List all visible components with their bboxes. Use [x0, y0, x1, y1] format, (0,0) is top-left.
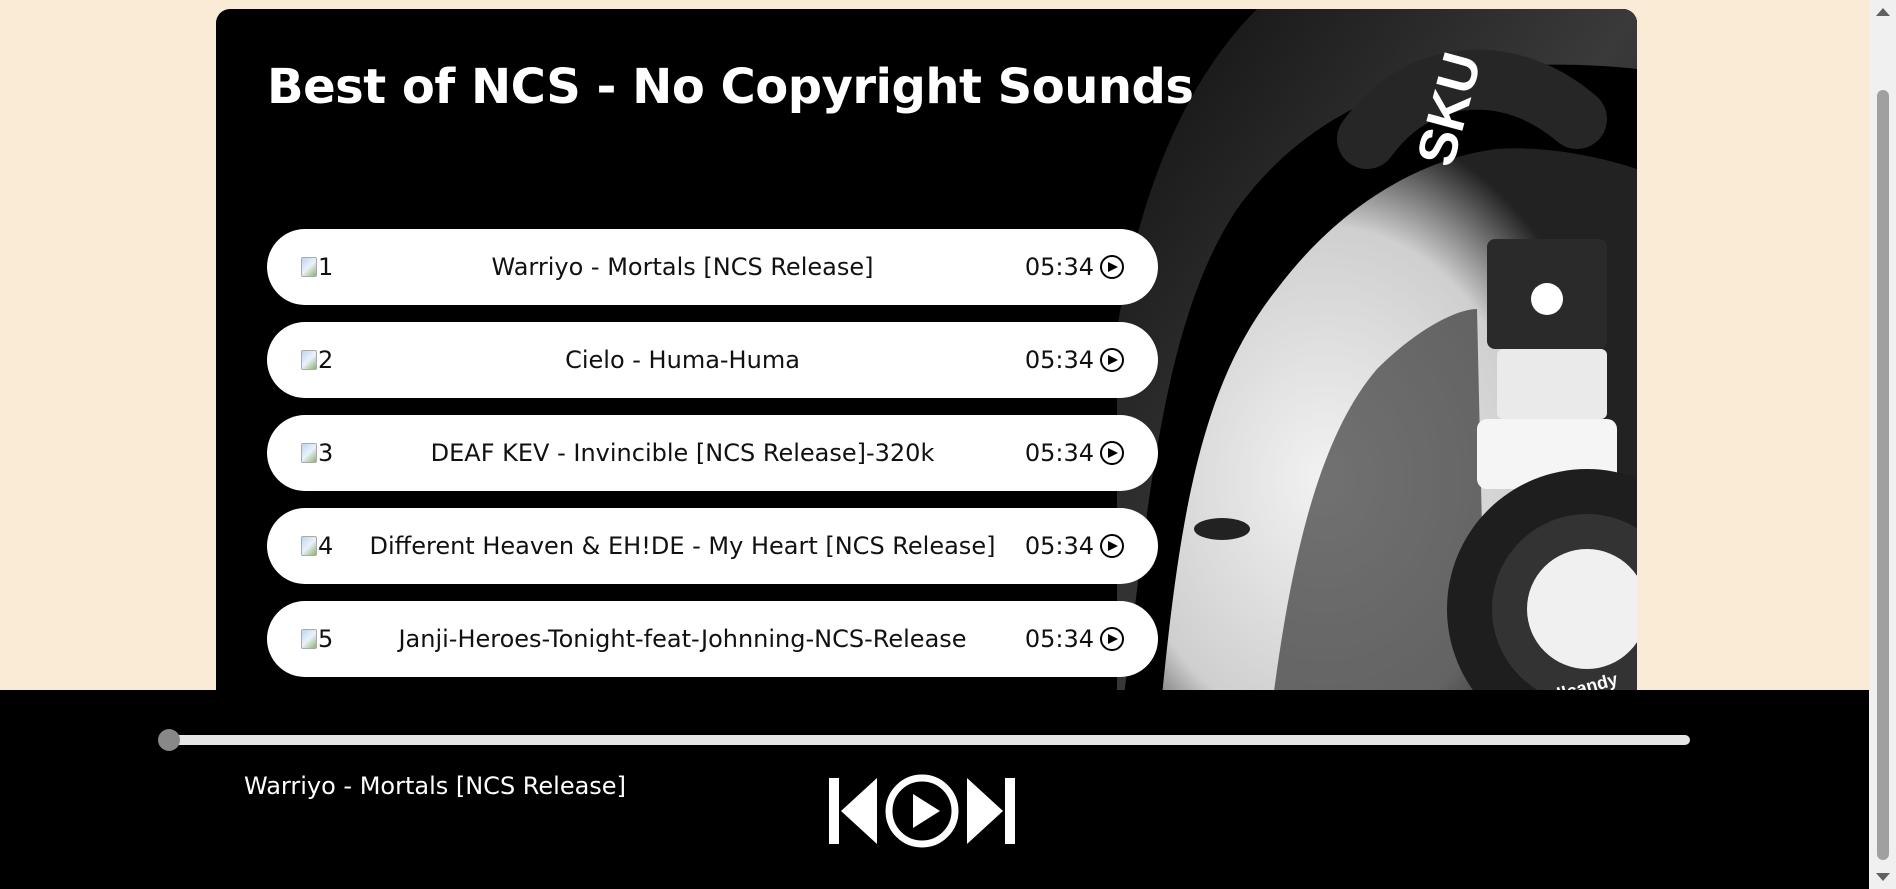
- skull-logo-icon: [1531, 283, 1563, 315]
- song-thumbnail: 5: [301, 625, 341, 653]
- player-bar: Warriyo - Mortals [NCS Release]: [0, 690, 1869, 889]
- play-icon[interactable]: [1100, 534, 1124, 558]
- song-duration: 05:34: [1024, 346, 1124, 374]
- song-time-text: 05:34: [1024, 532, 1094, 560]
- song-time-text: 05:34: [1024, 346, 1094, 374]
- broken-image-icon: [301, 350, 317, 370]
- progress-slider[interactable]: [158, 729, 1690, 751]
- song-title: Warriyo - Mortals [NCS Release]: [491, 253, 874, 281]
- now-playing-title: Warriyo - Mortals [NCS Release]: [244, 772, 626, 800]
- player-controls: [829, 774, 1015, 848]
- play-icon[interactable]: [1100, 348, 1124, 372]
- playlist-panel: SKU Skullcandy Best of NCS - No Copyrigh…: [216, 9, 1637, 749]
- previous-icon: [829, 778, 877, 844]
- song-item[interactable]: 5 Janji-Heroes-Tonight-feat-Johnning-NCS…: [267, 601, 1158, 677]
- page-title: Best of NCS - No Copyright Sounds: [267, 59, 1194, 115]
- progress-thumb[interactable]: [158, 729, 180, 751]
- song-index: 4: [318, 532, 334, 560]
- scroll-up-icon[interactable]: [1876, 8, 1890, 16]
- song-title: DEAF KEV - Invincible [NCS Release]-320k: [430, 439, 935, 467]
- page-scrollbar[interactable]: [1869, 0, 1896, 889]
- song-time-text: 05:34: [1024, 625, 1094, 653]
- song-index: 1: [318, 253, 334, 281]
- song-thumbnail: 3: [301, 439, 341, 467]
- next-button[interactable]: [967, 778, 1015, 844]
- song-thumbnail: 2: [301, 346, 341, 374]
- broken-image-icon: [301, 443, 317, 463]
- previous-button[interactable]: [829, 778, 877, 844]
- play-icon[interactable]: [1100, 627, 1124, 651]
- song-list: 1 Warriyo - Mortals [NCS Release] 05:34 …: [267, 229, 1158, 694]
- song-duration: 05:34: [1024, 532, 1124, 560]
- song-index: 5: [318, 625, 334, 653]
- song-thumbnail: 4: [301, 532, 341, 560]
- play-button[interactable]: [885, 774, 959, 848]
- song-duration: 05:34: [1024, 439, 1124, 467]
- song-title: Different Heaven & EH!DE - My Heart [NCS…: [369, 532, 996, 560]
- song-item[interactable]: 3 DEAF KEV - Invincible [NCS Release]-32…: [267, 415, 1158, 491]
- song-title: Cielo - Huma-Huma: [565, 346, 800, 374]
- scroll-thumb[interactable]: [1877, 90, 1889, 860]
- play-icon[interactable]: [1100, 441, 1124, 465]
- song-title: Janji-Heroes-Tonight-feat-Johnning-NCS-R…: [398, 625, 967, 653]
- song-index: 2: [318, 346, 334, 374]
- song-index: 3: [318, 439, 334, 467]
- song-time-text: 05:34: [1024, 439, 1094, 467]
- song-time-text: 05:34: [1024, 253, 1094, 281]
- next-icon: [967, 778, 1015, 844]
- scroll-down-icon[interactable]: [1876, 873, 1890, 881]
- play-icon[interactable]: [1100, 255, 1124, 279]
- broken-image-icon: [301, 536, 317, 556]
- play-icon: [885, 774, 959, 848]
- song-duration: 05:34: [1024, 625, 1124, 653]
- cover-art-image: SKU Skullcandy: [1117, 9, 1637, 749]
- song-item[interactable]: 1 Warriyo - Mortals [NCS Release] 05:34: [267, 229, 1158, 305]
- broken-image-icon: [301, 257, 317, 277]
- song-item[interactable]: 4 Different Heaven & EH!DE - My Heart [N…: [267, 508, 1158, 584]
- song-duration: 05:34: [1024, 253, 1124, 281]
- song-item[interactable]: 2 Cielo - Huma-Huma 05:34: [267, 322, 1158, 398]
- broken-image-icon: [301, 629, 317, 649]
- song-thumbnail: 1: [301, 253, 341, 281]
